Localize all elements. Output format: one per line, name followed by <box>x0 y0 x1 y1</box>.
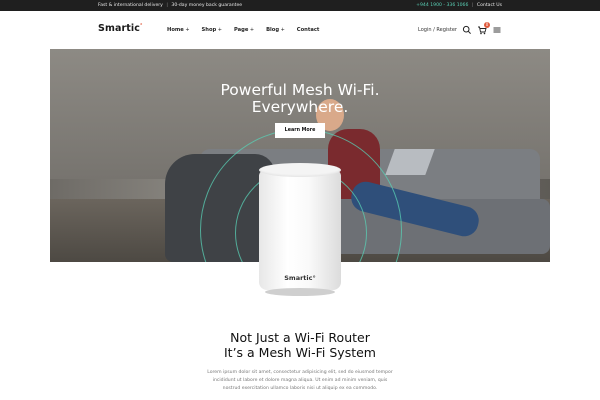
router-base <box>265 288 335 296</box>
product-mesh-router: Smartic° <box>259 163 341 298</box>
promo-separator: | <box>166 3 168 8</box>
section-text-line-1: Lorem ipsum dolor sit amet, consectetur … <box>207 370 393 375</box>
nav-item-page[interactable]: Page + <box>234 27 254 33</box>
hero-title-line-1: Powerful Mesh Wi-Fi. <box>220 81 380 99</box>
plus-icon: + <box>280 27 285 33</box>
router-brand-label: Smartic° <box>284 274 316 282</box>
top-bar: Fast & international delivery | 30-day m… <box>0 0 600 11</box>
main-navigation: Home + Shop + Page + Blog + Contact <box>167 27 319 33</box>
nav-item-home[interactable]: Home + <box>167 27 190 33</box>
logo-text: Smartic <box>98 23 140 35</box>
nav-label: Page <box>233 27 249 33</box>
contact-us-link[interactable]: Contact Us <box>477 3 502 8</box>
section-heading-line-1: Not Just a Wi-Fi Router <box>230 330 370 345</box>
nav-label: Home <box>167 27 184 33</box>
topbar-contact-area: +944 1900 - 336 1066 | Contact Us <box>416 3 502 8</box>
phone-link[interactable]: +944 1900 - 336 1066 <box>416 3 468 8</box>
section-text-line-3: nostrud exercitation ullamco laboris nis… <box>222 386 378 391</box>
plus-icon: + <box>249 27 255 33</box>
promo-guarantee: 30-day money back guarantee <box>171 3 243 8</box>
login-register-link[interactable]: Login / Register <box>418 27 457 33</box>
section-description: Lorem ipsum dolor sit amet, consectetur … <box>195 369 405 393</box>
section-text-line-2: incididunt ut labore et dolore magna ali… <box>212 378 388 383</box>
logo-mark: ° <box>139 23 143 29</box>
nav-label: Shop <box>201 27 217 33</box>
header-actions: Login / Register 0 <box>418 22 502 35</box>
router-top <box>259 163 341 177</box>
topbar-promo: Fast & international delivery | 30-day m… <box>98 3 242 8</box>
cart-icon[interactable]: 0 <box>477 22 490 35</box>
main-header: Smartic° Home + Shop + Page + Blog + Con… <box>0 11 600 49</box>
plus-icon: + <box>185 27 190 33</box>
nav-label: Blog <box>266 27 280 33</box>
contact-separator: | <box>471 3 474 8</box>
nav-label: Contact <box>296 27 320 33</box>
section-heading-line-2: It’s a Mesh Wi-Fi System <box>224 345 376 360</box>
learn-more-button[interactable]: Learn More <box>275 123 325 138</box>
hero-title: Powerful Mesh Wi-Fi. Everywhere. <box>50 82 550 116</box>
section-heading: Not Just a Wi-Fi Router It’s a Mesh Wi-F… <box>0 330 600 360</box>
plus-icon: + <box>217 27 222 33</box>
cart-count-badge: 0 <box>484 22 490 28</box>
promo-delivery: Fast & international delivery <box>98 3 163 8</box>
nav-item-shop[interactable]: Shop + <box>202 27 222 33</box>
nav-item-blog[interactable]: Blog + <box>266 27 285 33</box>
router-body <box>259 170 341 290</box>
brand-logo[interactable]: Smartic° <box>98 23 143 34</box>
menu-icon[interactable] <box>492 25 502 35</box>
search-icon[interactable] <box>462 25 472 35</box>
nav-item-contact[interactable]: Contact <box>297 27 320 33</box>
hero-title-line-2: Everywhere. <box>251 98 349 116</box>
